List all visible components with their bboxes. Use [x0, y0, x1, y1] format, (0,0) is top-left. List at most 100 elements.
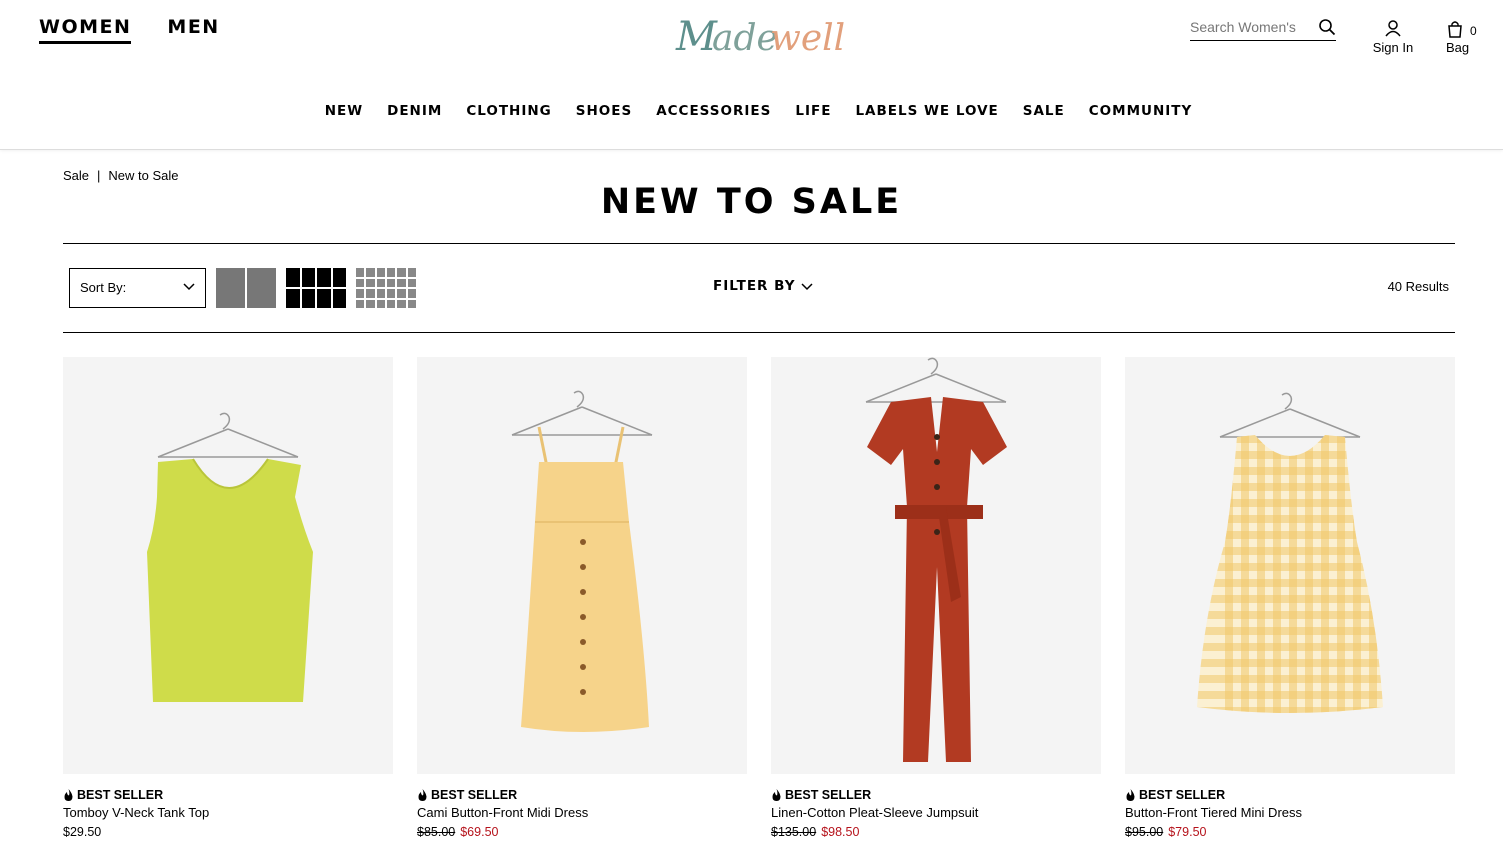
grid-cell [407, 289, 416, 298]
grid-cell [301, 268, 315, 287]
best-seller-badge: BEST SELLER [1125, 788, 1455, 802]
nav-new[interactable]: NEW [325, 103, 363, 119]
bag-icon [1448, 21, 1462, 38]
chevron-down-icon [183, 283, 195, 291]
badge-label: BEST SELLER [431, 788, 518, 802]
product-name[interactable]: Linen-Cotton Pleat-Sleeve Jumpsuit [771, 805, 1101, 820]
breadcrumb: Sale | New to Sale [63, 168, 179, 183]
product-name[interactable]: Button-Front Tiered Mini Dress [1125, 805, 1455, 820]
grid-cell [397, 278, 406, 287]
flame-icon [772, 789, 781, 801]
grid-cell [332, 289, 346, 308]
search-icon[interactable] [1318, 18, 1336, 36]
grid-cell [356, 289, 365, 298]
sale-price: $79.50 [1168, 825, 1207, 839]
product-image[interactable] [1125, 357, 1455, 774]
flame-icon [64, 789, 73, 801]
hanger-icon [865, 357, 1007, 403]
garment-shape [147, 459, 313, 702]
sign-in-label: Sign In [1372, 40, 1414, 55]
grid-cell [386, 268, 396, 277]
product-price: $95.00 $79.50 [1125, 825, 1455, 839]
bag-link[interactable]: 0 Bag [1446, 20, 1486, 55]
nav-accessories[interactable]: ACCESSORIES [656, 103, 771, 119]
original-price: $95.00 [1125, 825, 1164, 839]
sale-price: $98.50 [821, 825, 860, 839]
sort-by-dropdown[interactable]: Sort By: [69, 268, 206, 308]
best-seller-badge: BEST SELLER [771, 788, 1101, 802]
grid-cell [301, 289, 315, 308]
product-image[interactable] [417, 357, 747, 774]
logo-text-ade: ade [712, 18, 778, 59]
grid-cell [376, 289, 385, 298]
page-title: NEW TO SALE [600, 182, 903, 222]
breadcrumb-current[interactable]: New to Sale [108, 168, 178, 183]
flame-icon [418, 789, 427, 801]
grid-cell [356, 299, 365, 308]
nav-sale[interactable]: SALE [1023, 103, 1065, 119]
product-name[interactable]: Tomboy V-Neck Tank Top [63, 805, 393, 820]
sign-in-link[interactable]: Sign In [1368, 19, 1418, 55]
grid-cell [317, 289, 331, 308]
badge-label: BEST SELLER [77, 788, 164, 802]
madewell-logo[interactable]: M ade well [672, 10, 852, 66]
nav-life[interactable]: LIFE [795, 103, 831, 119]
grid-cell [366, 299, 375, 308]
grid-cell [286, 268, 300, 287]
grid-cell [397, 289, 406, 298]
grid-cell [366, 278, 375, 287]
filter-by-button[interactable]: FILTER BY [713, 278, 813, 294]
original-price: $135.00 [771, 825, 817, 839]
sale-price: $69.50 [460, 825, 499, 839]
grid-cell [247, 268, 276, 308]
grid-cell [397, 268, 406, 277]
logo-text-well: well [770, 18, 845, 59]
nav-shoes[interactable]: SHOES [576, 103, 632, 119]
search-input[interactable] [1190, 16, 1310, 38]
bag-count: 0 [1470, 24, 1477, 38]
nav-denim[interactable]: DENIM [387, 103, 442, 119]
grid-cell [376, 299, 385, 308]
user-icon [1385, 20, 1401, 37]
grid-cell [386, 278, 396, 287]
grid-cell [286, 289, 300, 308]
garment-shape [1197, 435, 1383, 713]
hanger-icon [511, 390, 653, 436]
grid-cell [407, 299, 416, 308]
grid-cell [332, 268, 346, 287]
product-name[interactable]: Cami Button-Front Midi Dress [417, 805, 747, 820]
grid-view-6-button[interactable] [356, 268, 416, 308]
product-image[interactable] [63, 357, 393, 774]
garment-shape [867, 397, 1007, 762]
product-card: BEST SELLER Tomboy V-Neck Tank Top $29.5… [63, 357, 393, 839]
original-price: $85.00 [417, 825, 456, 839]
hanger-icon [157, 412, 299, 458]
grid-cell [366, 289, 375, 298]
results-count: 40 Results [1387, 279, 1449, 294]
flame-icon [1126, 789, 1135, 801]
divider-bottom [63, 332, 1455, 333]
tab-men[interactable]: MEN [167, 16, 219, 44]
grid-cell [386, 299, 396, 308]
grid-cell [317, 268, 331, 287]
search-box [1190, 16, 1336, 41]
sort-by-label: Sort By: [80, 280, 127, 295]
hanger-icon [1219, 392, 1361, 438]
divider-top [63, 243, 1455, 244]
tab-women[interactable]: WOMEN [39, 16, 132, 44]
nav-clothing[interactable]: CLOTHING [466, 103, 551, 119]
product-card: BEST SELLER Linen-Cotton Pleat-Sleeve Ju… [771, 357, 1101, 839]
breadcrumb-separator: | [97, 168, 101, 183]
badge-label: BEST SELLER [1139, 788, 1226, 802]
nav-community[interactable]: COMMUNITY [1089, 103, 1193, 119]
product-image[interactable] [771, 357, 1101, 774]
main-nav: NEW DENIM CLOTHING SHOES ACCESSORIES LIF… [0, 103, 1503, 119]
grid-cell [216, 268, 245, 308]
grid-cell [356, 278, 365, 287]
nav-labels-we-love[interactable]: LABELS WE LOVE [855, 103, 998, 119]
best-seller-badge: BEST SELLER [417, 788, 747, 802]
bag-label: Bag [1446, 40, 1470, 55]
grid-view-4-button[interactable] [286, 268, 346, 308]
grid-view-2-button[interactable] [216, 268, 276, 308]
breadcrumb-sale[interactable]: Sale [63, 168, 89, 183]
